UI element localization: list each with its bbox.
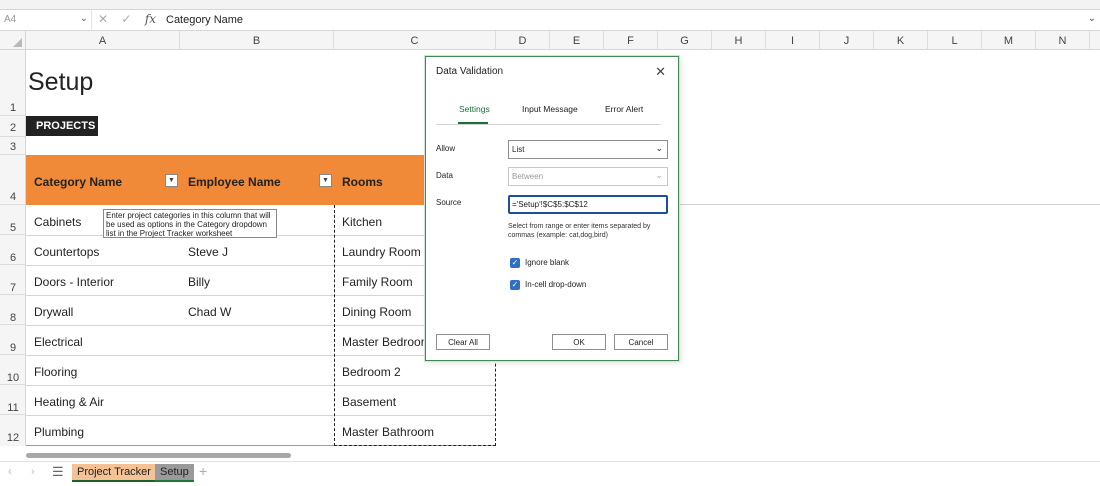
header-employee-name[interactable]: Employee Name (188, 175, 281, 189)
in-cell-dropdown-label[interactable]: In-cell drop-down (525, 280, 586, 289)
cell-employee[interactable]: Chad W (188, 305, 231, 319)
row-header-9[interactable]: 9 (0, 325, 26, 355)
horizontal-scrollbar[interactable] (26, 453, 291, 458)
column-header-e[interactable]: E (550, 31, 604, 50)
fx-icon[interactable]: fx (145, 12, 156, 26)
expand-formula-chevron-icon[interactable]: ⌄ (1088, 13, 1096, 24)
row-header-4[interactable]: 4 (0, 155, 26, 205)
row-header-3[interactable]: 3 (0, 137, 26, 155)
header-category-name[interactable]: Category Name (34, 175, 122, 189)
filter-dropdown-icon[interactable]: ▼ (165, 174, 178, 187)
in-cell-dropdown-checkbox[interactable]: ✓ (510, 280, 520, 290)
cell-category[interactable]: Drywall (34, 305, 73, 319)
tab-settings[interactable]: Settings (459, 104, 490, 114)
column-header-b[interactable]: B (180, 31, 334, 50)
sheet-tab-bar: ‹ › ☰ Project Tracker Setup + (0, 461, 1100, 486)
row-header-6[interactable]: 6 (0, 235, 26, 265)
data-validation-dialog: Data Validation ✕ Settings Input Message… (425, 56, 679, 361)
column-header-g[interactable]: G (658, 31, 712, 50)
filter-dropdown-icon[interactable]: ▼ (319, 174, 332, 187)
column-header-n[interactable]: N (1036, 31, 1090, 50)
cell-category[interactable]: Countertops (34, 245, 99, 259)
column-header-h[interactable]: H (712, 31, 766, 50)
prev-sheet-icon[interactable]: ‹ (8, 466, 12, 478)
top-toolbar-strip (0, 0, 1100, 10)
name-box[interactable]: A4 ⌄ (0, 10, 92, 30)
source-input[interactable]: ='Setup'!$C$5:$C$12 (508, 195, 668, 214)
chevron-down-icon[interactable]: ⌄ (80, 13, 88, 24)
x-icon[interactable]: ✕ (98, 12, 108, 26)
row-header-8[interactable]: 8 (0, 295, 26, 325)
data-select-value: Between (512, 172, 544, 181)
sheet-title[interactable]: Setup (28, 68, 93, 97)
column-header-l[interactable]: L (928, 31, 982, 50)
cell-employee[interactable]: Steve J (188, 245, 228, 259)
cell-category[interactable]: Cabinets (34, 215, 81, 229)
column-header: A B C D E F G H I J K L M N (0, 31, 1100, 50)
formula-bar: A4 ⌄ ✕ ✓ fx Category Name ⌄ (0, 10, 1100, 31)
source-help-text: Select from range or enter items separat… (508, 223, 651, 239)
cell-category[interactable]: Plumbing (34, 425, 84, 439)
tab-setup[interactable]: Setup (155, 464, 194, 482)
clear-all-button[interactable]: Clear All (436, 334, 490, 350)
tab-input-message[interactable]: Input Message (522, 104, 578, 114)
allow-select-value: List (512, 145, 525, 154)
cancel-button[interactable]: Cancel (614, 334, 668, 350)
name-box-value: A4 (4, 14, 17, 25)
column-header-i[interactable]: I (766, 31, 820, 50)
formula-icons: ✕ ✓ fx (98, 12, 166, 26)
row-header-5[interactable]: 5 (0, 205, 26, 235)
cell-category[interactable]: Heating & Air (34, 395, 104, 409)
tab-error-alert[interactable]: Error Alert (605, 104, 643, 114)
tab-project-tracker[interactable]: Project Tracker (72, 464, 156, 482)
row-header-11[interactable]: 11 (0, 385, 26, 415)
column-header-k[interactable]: K (874, 31, 928, 50)
allow-label: Allow (436, 144, 456, 153)
row-header-1[interactable]: 1 (0, 50, 26, 116)
source-label: Source (436, 198, 462, 207)
cell-category[interactable]: Doors - Interior (34, 275, 114, 289)
row-header-10[interactable]: 10 (0, 355, 26, 385)
row-header-2[interactable]: 2 (0, 116, 26, 137)
column-header-a[interactable]: A (26, 31, 180, 50)
formula-input[interactable]: Category Name (166, 14, 243, 26)
allow-select[interactable]: List ⌄ (508, 140, 668, 159)
tab-divider (436, 124, 661, 125)
cell-category[interactable]: Flooring (34, 365, 77, 379)
cell-comment-note: Enter project categories in this column … (103, 209, 277, 238)
column-header-j[interactable]: J (820, 31, 874, 50)
row-header: 1 2 3 4 5 6 7 8 9 10 11 12 (0, 50, 26, 446)
column-header-m[interactable]: M (982, 31, 1036, 50)
close-icon[interactable]: ✕ (655, 64, 666, 80)
chevron-down-icon: ⌄ (655, 170, 663, 180)
checkmark-icon[interactable]: ✓ (121, 12, 131, 26)
ok-button[interactable]: OK (552, 334, 606, 350)
next-sheet-icon[interactable]: › (31, 466, 35, 478)
column-header-f[interactable]: F (604, 31, 658, 50)
data-label: Data (436, 171, 453, 180)
projects-label[interactable]: PROJECTS (26, 116, 98, 136)
ignore-blank-label[interactable]: Ignore blank (525, 258, 569, 267)
column-header-c[interactable]: C (334, 31, 496, 50)
column-header-d[interactable]: D (496, 31, 550, 50)
row-header-7[interactable]: 7 (0, 265, 26, 295)
cell-category[interactable]: Electrical (34, 335, 83, 349)
select-all-corner[interactable] (0, 31, 26, 50)
sheet-list-menu-icon[interactable]: ☰ (52, 464, 64, 480)
row-header-12[interactable]: 12 (0, 415, 26, 446)
dialog-title: Data Validation (436, 66, 504, 77)
header-rooms[interactable]: Rooms (342, 175, 383, 189)
data-select: Between ⌄ (508, 167, 668, 186)
cell-employee[interactable]: Billy (188, 275, 210, 289)
add-sheet-icon[interactable]: + (199, 463, 207, 479)
ignore-blank-checkbox[interactable]: ✓ (510, 258, 520, 268)
chevron-down-icon: ⌄ (655, 143, 663, 153)
